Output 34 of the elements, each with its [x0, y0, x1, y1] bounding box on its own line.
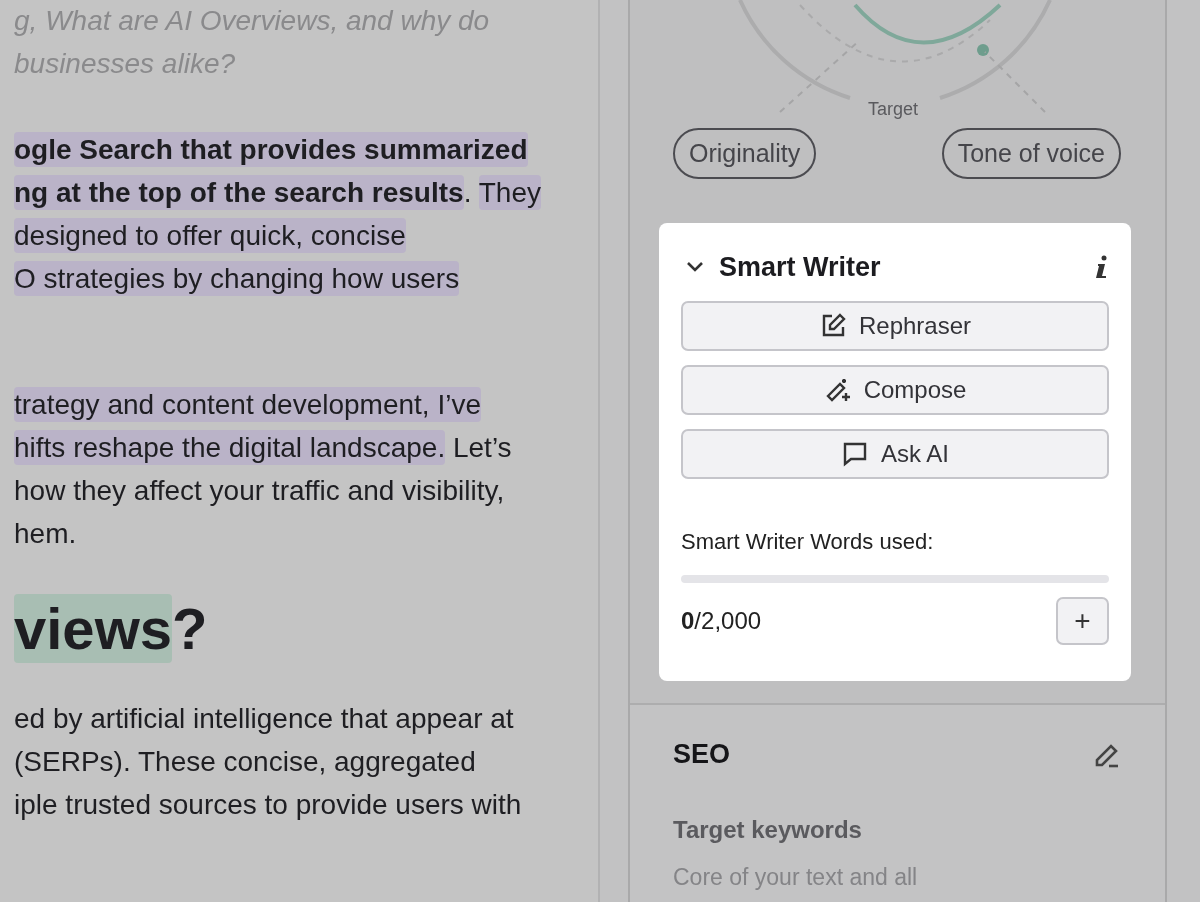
paragraph-text: Let’s [451, 432, 512, 463]
action-button[interactable]: Ask AI [681, 429, 1109, 479]
section-title: SEO [673, 739, 731, 770]
paragraph-text: designed to offer quick, concise [14, 218, 406, 253]
paragraph-text: ng at the top of the search results [14, 175, 464, 210]
metric-pill[interactable]: Originality [673, 128, 817, 179]
heading-text: views [14, 594, 172, 663]
usage-label: Smart Writer Words used: [681, 529, 935, 555]
usage-count: 0/2,000 [681, 607, 762, 635]
heading-text: ? [172, 596, 208, 661]
action-button[interactable]: Compose [681, 365, 1109, 415]
paragraph-text: iple trusted sources to provide users with [14, 789, 522, 820]
hint-text: Core of your text and all [673, 864, 919, 891]
paragraph-text: how they affect your traffic and visibility, [14, 475, 505, 506]
paragraph-text: hem. [14, 518, 77, 549]
paragraph-text: ed by artificial intelligence that appear at [14, 703, 514, 734]
add-button[interactable]: + [1056, 597, 1109, 645]
paragraph-text: hifts reshape the digital landscape. [14, 430, 446, 465]
chat-bubble-icon [841, 440, 869, 468]
chevron-icon[interactable] [685, 260, 705, 274]
paragraph-text: . [463, 177, 473, 208]
paragraph-text: They [478, 175, 541, 210]
gauge-label: Target [868, 99, 919, 120]
paragraph-text: (SERPs). These concise, aggregated [14, 746, 476, 777]
metric-pill[interactable]: Tone of voice [941, 128, 1121, 179]
paragraph-text: trategy and content development, I’ve [14, 387, 481, 422]
info-icon[interactable] [1095, 255, 1109, 279]
paragraph-text: O strategies by changing how users [14, 261, 460, 296]
paragraph-text: ogle Search that provides summarized [14, 132, 528, 167]
subsection-title: Target keywords [673, 816, 863, 844]
paragraph-text: g, What are AI Overviews, and why do [14, 5, 490, 36]
action-button[interactable]: Rephraser [681, 301, 1109, 351]
card-title: Smart Writer [719, 251, 882, 283]
paragraph-text: businesses alike? [14, 48, 236, 79]
